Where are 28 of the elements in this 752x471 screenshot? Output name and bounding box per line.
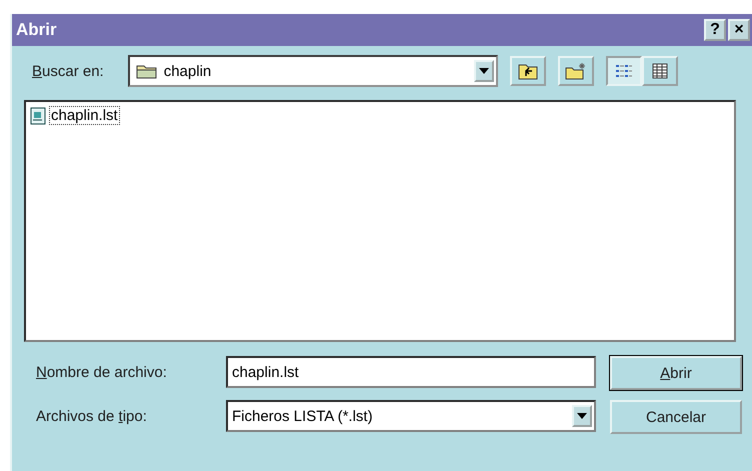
file-type-dropdown[interactable]: Ficheros LISTA (*.lst) bbox=[226, 400, 596, 432]
file-item[interactable]: chaplin.lst bbox=[49, 106, 120, 125]
list-view-button[interactable] bbox=[606, 56, 642, 86]
cancel-button[interactable]: Cancelar bbox=[610, 400, 742, 434]
details-view-button[interactable] bbox=[642, 56, 678, 86]
help-button[interactable]: ? bbox=[704, 19, 726, 41]
new-folder-icon bbox=[564, 62, 587, 80]
up-folder-icon bbox=[518, 62, 538, 80]
details-view-icon bbox=[652, 63, 668, 79]
file-name-field[interactable]: chaplin.lst bbox=[226, 356, 596, 388]
open-button[interactable]: Abrir bbox=[610, 356, 742, 390]
folder-icon bbox=[136, 63, 158, 79]
look-in-label: Buscar en: bbox=[32, 62, 104, 80]
caret-icon bbox=[577, 413, 587, 419]
document-icon bbox=[30, 106, 46, 124]
file-type-label: Archivos de tipo: bbox=[36, 408, 148, 424]
close-button[interactable]: × bbox=[728, 19, 750, 41]
file-type-value: Ficheros LISTA (*.lst) bbox=[232, 408, 374, 424]
up-folder-button[interactable] bbox=[510, 56, 546, 86]
window-title: Abrir bbox=[16, 20, 57, 40]
caret-icon bbox=[478, 68, 489, 74]
look-in-dropdown[interactable]: chaplin bbox=[128, 55, 498, 87]
new-folder-button[interactable] bbox=[558, 56, 594, 86]
look-in-value: chaplin bbox=[164, 62, 212, 80]
list-view-icon bbox=[614, 64, 633, 78]
dropdown-arrow-button[interactable] bbox=[572, 405, 592, 427]
dropdown-arrow-button[interactable] bbox=[474, 60, 494, 82]
file-name-label: Nombre de archivo: bbox=[36, 364, 168, 380]
